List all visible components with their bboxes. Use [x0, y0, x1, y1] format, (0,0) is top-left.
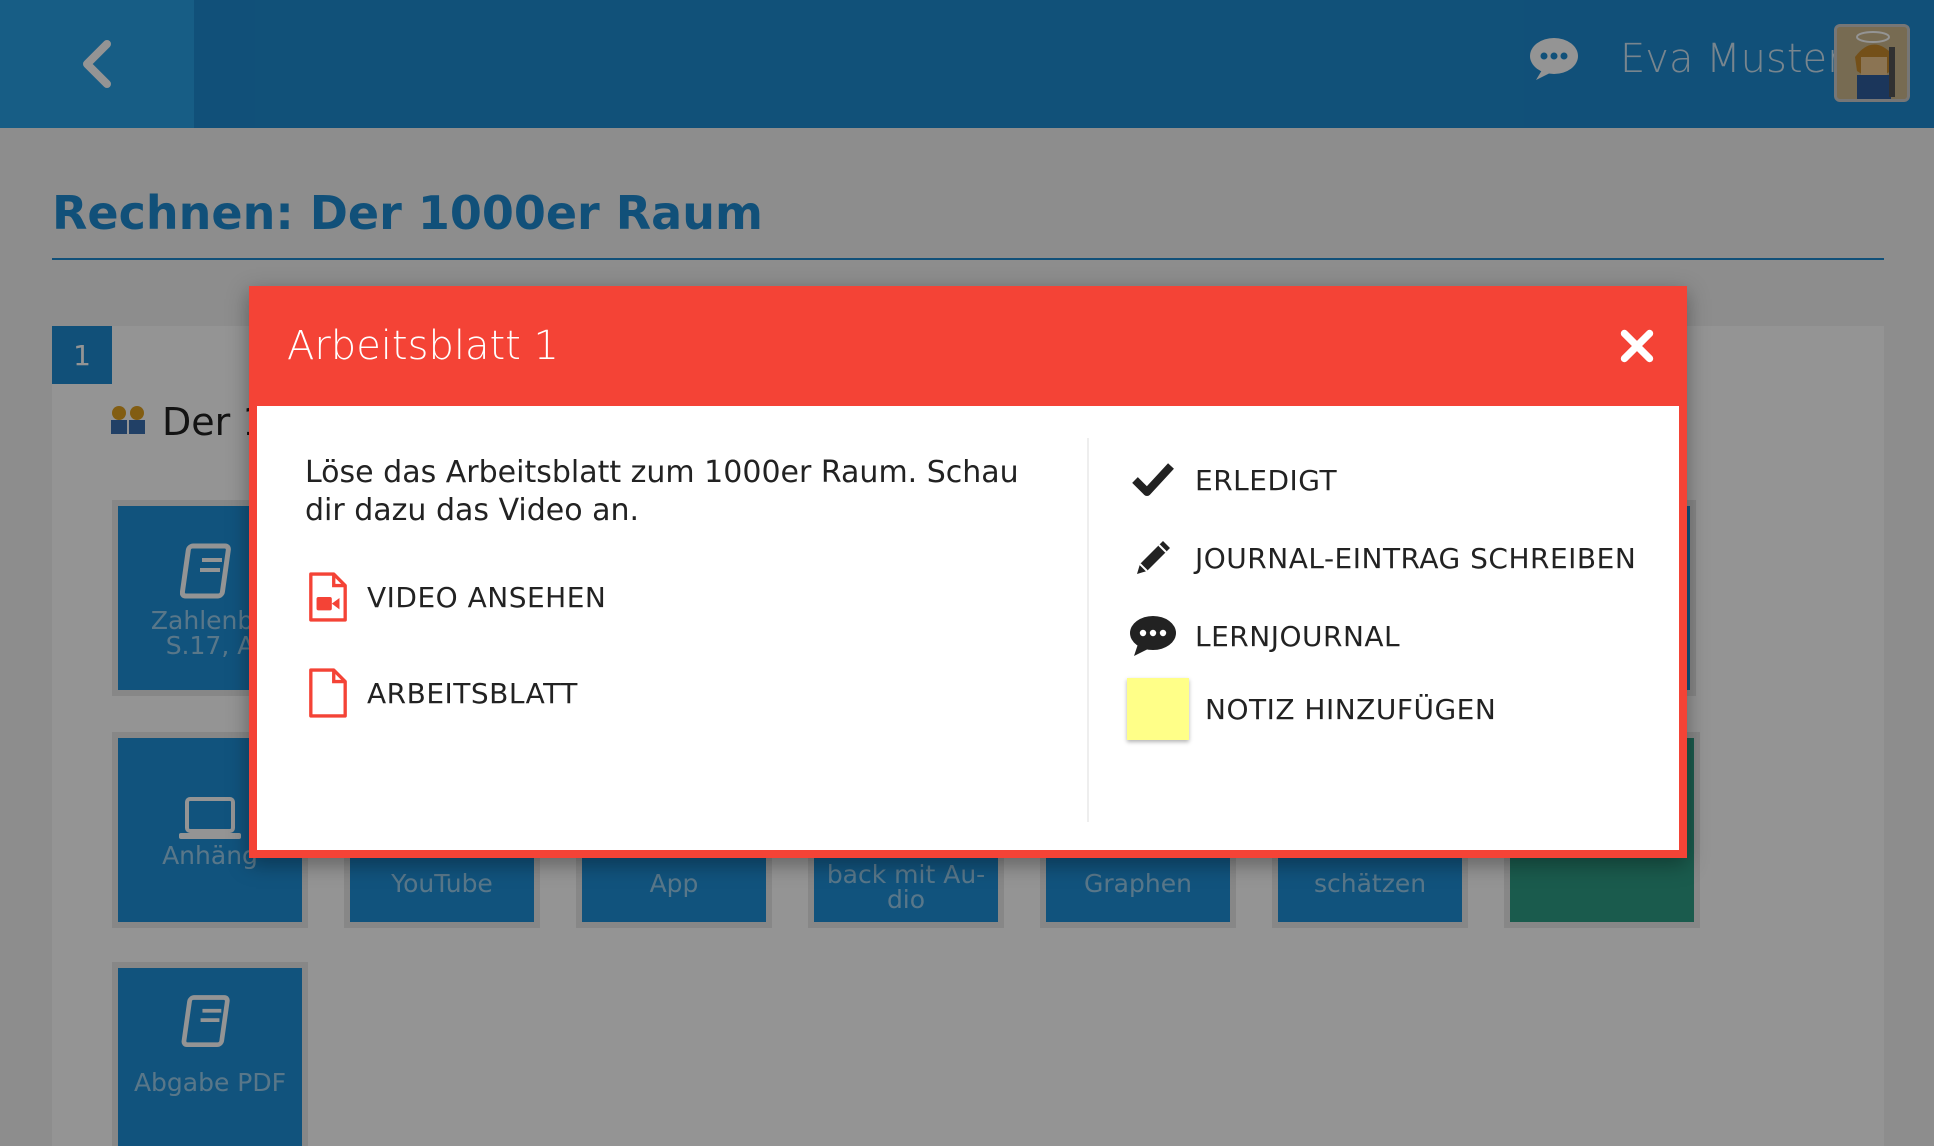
- modal-title: Arbeitsblatt 1: [287, 323, 559, 369]
- close-icon: [1620, 329, 1654, 363]
- modal-body: Löse das Arbeitsblatt zum 1000er Raum. S…: [257, 406, 1679, 850]
- learning-journal-label: LERNJOURNAL: [1195, 619, 1401, 653]
- sticky-note-icon: [1127, 678, 1189, 740]
- modal-right-column: ERLEDIGT JOURNAL-EINTRAG SCHREIBEN LERNJ…: [1089, 406, 1679, 850]
- close-button[interactable]: [1615, 324, 1659, 368]
- pencil-icon: [1127, 532, 1179, 584]
- add-note-label: NOTIZ HINZUFÜGEN: [1205, 692, 1497, 726]
- add-note-button[interactable]: NOTIZ HINZUFÜGEN: [1127, 678, 1496, 740]
- video-link-label: VIDEO ANSEHEN: [367, 580, 607, 614]
- file-icon: [309, 668, 347, 718]
- write-journal-label: JOURNAL-EINTRAG SCHREIBEN: [1195, 541, 1637, 575]
- mark-done-label: ERLEDIGT: [1195, 463, 1338, 497]
- mark-done-button[interactable]: ERLEDIGT: [1127, 454, 1337, 506]
- modal-header: Arbeitsblatt 1: [249, 286, 1687, 406]
- learning-journal-button[interactable]: LERNJOURNAL: [1127, 610, 1400, 662]
- video-file-icon: [309, 572, 347, 622]
- check-icon: [1127, 454, 1179, 506]
- write-journal-button[interactable]: JOURNAL-EINTRAG SCHREIBEN: [1127, 532, 1636, 584]
- modal-left-column: Löse das Arbeitsblatt zum 1000er Raum. S…: [257, 406, 1087, 850]
- task-description: Löse das Arbeitsblatt zum 1000er Raum. S…: [305, 455, 1019, 528]
- worksheet-link[interactable]: ARBEITSBLATT: [307, 668, 578, 718]
- worksheet-link-label: ARBEITSBLATT: [367, 676, 578, 710]
- task-modal: Arbeitsblatt 1 Löse das Arbeitsblatt zum…: [249, 286, 1687, 858]
- chat-bubble-icon: [1127, 610, 1179, 662]
- video-link[interactable]: VIDEO ANSEHEN: [307, 572, 606, 622]
